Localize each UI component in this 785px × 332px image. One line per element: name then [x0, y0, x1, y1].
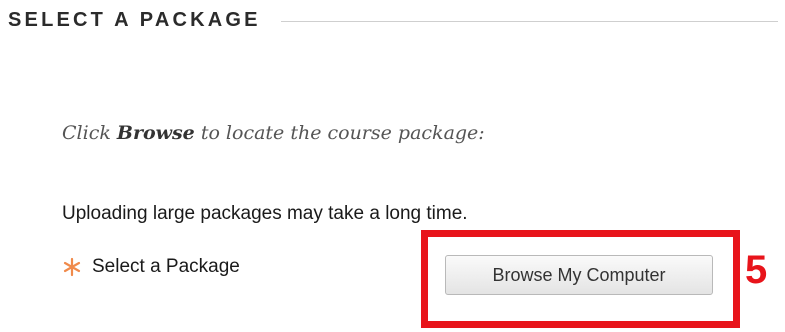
instructions-emphasis: Browse	[116, 122, 195, 144]
section-header: SELECT A PACKAGE	[8, 6, 778, 34]
upload-note: Uploading large packages may take a long…	[62, 203, 468, 224]
annotation-step-number: 5	[745, 248, 768, 292]
asterisk-icon	[62, 257, 82, 277]
select-package-field: Select a Package	[62, 256, 240, 278]
instructions-suffix: to locate the course package:	[194, 122, 485, 144]
section-divider	[280, 20, 778, 22]
instructions-prefix: Click	[62, 122, 117, 144]
instructions-text: Click Browse to locate the course packag…	[62, 122, 485, 144]
field-label: Select a Package	[92, 256, 240, 277]
section-title: SELECT A PACKAGE	[8, 8, 261, 31]
browse-my-computer-button[interactable]: Browse My Computer	[445, 255, 713, 295]
